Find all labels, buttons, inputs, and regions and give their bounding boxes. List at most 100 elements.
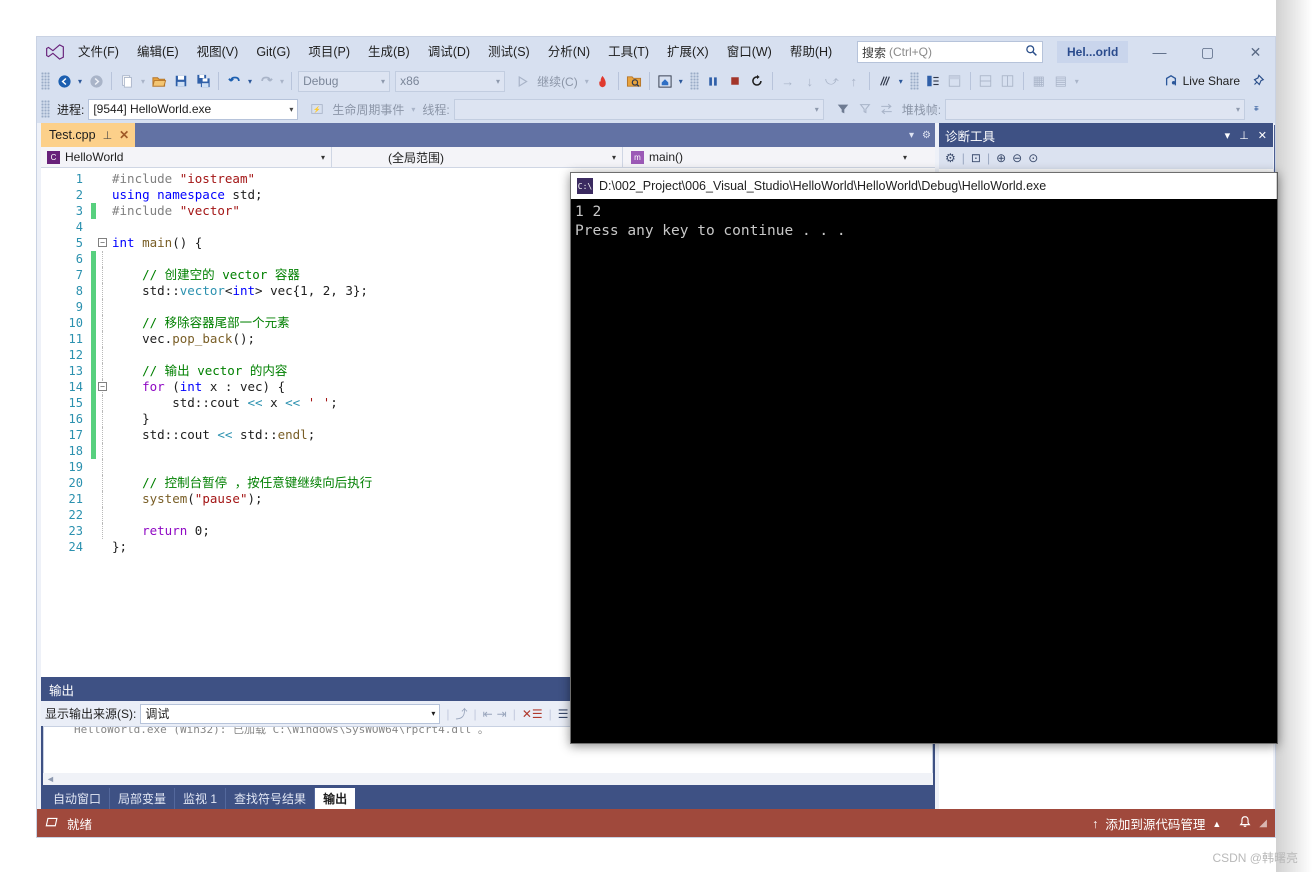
tab-locals[interactable]: 局部变量 (110, 788, 176, 809)
window-layout-4-icon[interactable] (997, 70, 1019, 92)
menu-item-analyze[interactable]: 分析(N) (539, 40, 599, 64)
tab-watch-1[interactable]: 监视 1 (175, 788, 227, 809)
threads-icon[interactable] (874, 70, 896, 92)
select-tool-icon[interactable]: ⊡ (971, 151, 981, 165)
redo-caret[interactable]: ▾ (277, 77, 287, 86)
search-input[interactable]: 搜索 (Ctrl+Q) (857, 41, 1043, 63)
menu-item-project[interactable]: 项目(P) (299, 40, 359, 64)
step-over-icon[interactable]: ⤻ (821, 70, 843, 92)
maximize-button[interactable]: ▢ (1185, 37, 1230, 67)
swap-icon[interactable] (876, 98, 898, 120)
navbar-project-dropdown[interactable]: C HelloWorld ▾ (41, 147, 331, 168)
menu-item-build[interactable]: 生成(B) (359, 40, 419, 64)
output-source-dropdown[interactable]: 调试 ▾ (140, 703, 441, 724)
chevron-down-icon[interactable]: ▾ (1225, 129, 1231, 142)
next-message-icon[interactable]: ⇥ (497, 707, 507, 721)
threads-caret[interactable]: ▾ (896, 77, 906, 86)
bell-icon[interactable] (1238, 815, 1252, 832)
hot-reload-icon[interactable] (592, 70, 614, 92)
navbar-scope-dropdown[interactable]: (全局范围) ▾ (332, 147, 622, 168)
continue-button-label[interactable]: 继续(C) (537, 73, 578, 90)
undo-caret[interactable]: ▾ (245, 77, 255, 86)
clear-output-icon[interactable]: ✕☰ (522, 707, 543, 721)
menu-item-edit[interactable]: 编辑(E) (128, 40, 188, 64)
navigate-backward-button[interactable] (53, 70, 75, 92)
step-out-icon[interactable]: ↑ (843, 70, 865, 92)
menu-item-extensions[interactable]: 扩展(X) (658, 40, 718, 64)
lifecycle-caret[interactable]: ▾ (408, 105, 418, 114)
menu-item-window[interactable]: 窗口(W) (718, 40, 781, 64)
window-layout-6-icon[interactable]: ▤ (1050, 70, 1072, 92)
previous-message-icon[interactable]: ⇤ (483, 707, 493, 721)
toolbar-grip[interactable] (909, 72, 919, 90)
pin-toolbar-icon[interactable] (1247, 70, 1269, 92)
step-home-icon[interactable] (654, 70, 676, 92)
stop-debugging-icon[interactable] (724, 70, 746, 92)
new-file-caret[interactable]: ▾ (138, 77, 148, 86)
lifecycle-events-icon[interactable]: ⚡ (306, 98, 328, 120)
solution-platform-dropdown[interactable]: x86 ▾ (395, 70, 506, 92)
menu-item-tools[interactable]: 工具(T) (599, 40, 658, 64)
save-icon[interactable] (170, 70, 192, 92)
tab-settings-gear-icon[interactable]: ⚙ (922, 130, 931, 141)
save-all-icon[interactable] (192, 70, 214, 92)
open-file-icon[interactable] (148, 70, 170, 92)
fold-collapse-icon[interactable]: − (98, 238, 107, 247)
navbar-member-dropdown[interactable]: m main() ▾ (623, 147, 913, 168)
toolbar-grip[interactable] (689, 72, 699, 90)
menu-item-view[interactable]: 视图(V) (188, 40, 248, 64)
menu-item-test[interactable]: 测试(S) (479, 40, 539, 64)
output-horizontal-scrollbar[interactable]: ◄ (43, 773, 933, 785)
step-home-caret[interactable]: ▾ (676, 77, 686, 86)
zoom-out-icon[interactable]: ⊖ (1012, 151, 1022, 165)
window-layout-icon[interactable] (922, 70, 944, 92)
scroll-left-arrow-icon[interactable]: ◄ (46, 774, 55, 784)
filter-icon[interactable] (832, 98, 854, 120)
menu-item-debug[interactable]: 调试(D) (419, 40, 479, 64)
stack-frame-dropdown[interactable]: ▾ (945, 98, 1246, 120)
fold-collapse-icon[interactable]: − (98, 382, 107, 391)
window-layout-2-icon[interactable] (944, 70, 966, 92)
tab-find-symbol-results[interactable]: 查找符号结果 (226, 788, 316, 809)
solution-name-badge[interactable]: Hel...orld (1057, 41, 1129, 63)
solution-configuration-dropdown[interactable]: Debug ▾ (298, 70, 391, 92)
show-next-statement-icon[interactable]: → (777, 70, 799, 92)
toolbar-overflow-caret[interactable]: ⩨ (1251, 104, 1262, 114)
minimize-button[interactable]: — (1137, 37, 1182, 67)
pause-icon[interactable] (702, 70, 724, 92)
overflow-caret[interactable]: ▾ (1072, 77, 1082, 86)
settings-gear-icon[interactable]: ⚙ (945, 151, 956, 165)
pin-icon[interactable]: ⊥ (103, 129, 113, 142)
live-share-button[interactable]: Live Share (1161, 70, 1243, 92)
new-file-icon[interactable] (116, 70, 138, 92)
filter-clear-icon[interactable] (854, 98, 876, 120)
start-debug-icon[interactable] (511, 70, 533, 92)
attach-to-process-icon[interactable] (623, 70, 645, 92)
redo-icon[interactable] (255, 70, 277, 92)
toggle-word-wrap-icon[interactable]: ☰ (558, 707, 569, 721)
menu-item-file[interactable]: 文件(F) (69, 40, 128, 64)
step-into-icon[interactable]: ↓ (799, 70, 821, 92)
close-icon[interactable]: ✕ (119, 128, 129, 142)
tab-test-cpp[interactable]: Test.cpp ⊥ ✕ (41, 123, 136, 147)
thread-dropdown[interactable]: ▾ (453, 98, 824, 120)
menu-item-git[interactable]: Git(G) (247, 40, 299, 64)
toolbar-grip[interactable] (41, 72, 50, 90)
close-button[interactable]: ✕ (1233, 37, 1275, 67)
undo-icon[interactable] (223, 70, 245, 92)
continue-caret[interactable]: ▾ (582, 77, 592, 86)
navigate-backward-caret[interactable]: ▾ (75, 77, 85, 86)
window-layout-3-icon[interactable] (975, 70, 997, 92)
menu-item-help[interactable]: 帮助(H) (781, 40, 841, 64)
close-icon[interactable]: ✕ (1258, 129, 1267, 142)
lifecycle-events-label[interactable]: 生命周期事件 (332, 101, 404, 118)
tab-output[interactable]: 输出 (315, 788, 356, 809)
go-to-message-icon[interactable]: ⤴ (455, 705, 467, 722)
tab-autos[interactable]: 自动窗口 (45, 788, 111, 809)
window-layout-5-icon[interactable]: ▦ (1028, 70, 1050, 92)
restart-icon[interactable] (746, 70, 768, 92)
process-dropdown[interactable]: [9544] HelloWorld.exe ▾ (88, 98, 299, 120)
add-to-source-control-button[interactable]: 添加到源代码管理 (1105, 814, 1205, 833)
toolbar-grip[interactable] (41, 100, 50, 118)
navigate-forward-button[interactable] (85, 70, 107, 92)
